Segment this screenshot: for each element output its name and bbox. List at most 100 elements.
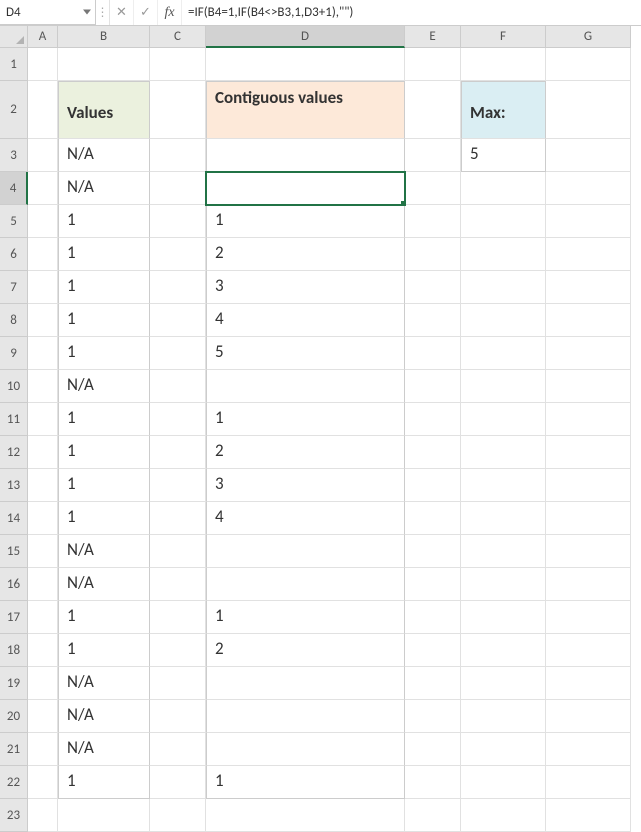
- cell-D6[interactable]: 2: [206, 238, 405, 271]
- cell-C2[interactable]: [150, 81, 206, 139]
- cell-F2[interactable]: Max:: [461, 81, 546, 139]
- cell-C8[interactable]: [150, 304, 206, 337]
- cell-D14[interactable]: 4: [206, 502, 405, 535]
- cell-C10[interactable]: [150, 370, 206, 403]
- cell-F7[interactable]: [461, 271, 546, 304]
- cell-F5[interactable]: [461, 205, 546, 238]
- cell-F1[interactable]: [461, 48, 546, 81]
- cell-G21[interactable]: [546, 733, 631, 766]
- cell-E18[interactable]: [405, 634, 461, 667]
- cell-B12[interactable]: 1: [58, 436, 150, 469]
- cell-E11[interactable]: [405, 403, 461, 436]
- chevron-down-icon[interactable]: [83, 10, 91, 15]
- cell-D20[interactable]: [206, 700, 405, 733]
- cell-A2[interactable]: [28, 81, 58, 139]
- cell-A21[interactable]: [28, 733, 58, 766]
- cell-F9[interactable]: [461, 337, 546, 370]
- cell-E21[interactable]: [405, 733, 461, 766]
- row-header-1[interactable]: 1: [0, 48, 28, 81]
- cell-F3[interactable]: 5: [461, 139, 546, 172]
- fill-handle[interactable]: [401, 201, 405, 205]
- cell-D12[interactable]: 2: [206, 436, 405, 469]
- cell-E10[interactable]: [405, 370, 461, 403]
- cell-D11[interactable]: 1: [206, 403, 405, 436]
- cell-G16[interactable]: [546, 568, 631, 601]
- cell-E3[interactable]: [405, 139, 461, 172]
- cell-B3[interactable]: N/A: [58, 139, 150, 172]
- cell-E20[interactable]: [405, 700, 461, 733]
- cell-A3[interactable]: [28, 139, 58, 172]
- cell-A8[interactable]: [28, 304, 58, 337]
- cell-G20[interactable]: [546, 700, 631, 733]
- cell-G12[interactable]: [546, 436, 631, 469]
- col-header-c[interactable]: C: [150, 26, 206, 48]
- cell-E1[interactable]: [405, 48, 461, 81]
- cell-G2[interactable]: [546, 81, 631, 139]
- cell-G23[interactable]: [546, 799, 631, 832]
- cell-D16[interactable]: [206, 568, 405, 601]
- cell-G9[interactable]: [546, 337, 631, 370]
- cell-B22[interactable]: 1: [58, 766, 150, 799]
- row-header-3[interactable]: 3: [0, 139, 28, 172]
- cell-A9[interactable]: [28, 337, 58, 370]
- cell-A22[interactable]: [28, 766, 58, 799]
- col-header-b[interactable]: B: [58, 26, 150, 48]
- cell-G5[interactable]: [546, 205, 631, 238]
- cell-B17[interactable]: 1: [58, 601, 150, 634]
- cell-G1[interactable]: [546, 48, 631, 81]
- select-all-corner[interactable]: [0, 26, 28, 48]
- cell-G4[interactable]: [546, 172, 631, 205]
- cell-E16[interactable]: [405, 568, 461, 601]
- cell-A20[interactable]: [28, 700, 58, 733]
- cell-F22[interactable]: [461, 766, 546, 799]
- cell-D7[interactable]: 3: [206, 271, 405, 304]
- cell-E13[interactable]: [405, 469, 461, 502]
- row-header-22[interactable]: 22: [0, 766, 28, 799]
- cell-A1[interactable]: [28, 48, 58, 81]
- row-header-8[interactable]: 8: [0, 304, 28, 337]
- row-header-7[interactable]: 7: [0, 271, 28, 304]
- cell-A6[interactable]: [28, 238, 58, 271]
- row-header-9[interactable]: 9: [0, 337, 28, 370]
- cell-C12[interactable]: [150, 436, 206, 469]
- cell-B4[interactable]: N/A: [58, 172, 150, 205]
- cell-F8[interactable]: [461, 304, 546, 337]
- cell-B7[interactable]: 1: [58, 271, 150, 304]
- cell-C15[interactable]: [150, 535, 206, 568]
- row-header-20[interactable]: 20: [0, 700, 28, 733]
- cell-C23[interactable]: [150, 799, 206, 832]
- row-header-13[interactable]: 13: [0, 469, 28, 502]
- cell-A13[interactable]: [28, 469, 58, 502]
- cell-D10[interactable]: [206, 370, 405, 403]
- cell-D15[interactable]: [206, 535, 405, 568]
- row-header-11[interactable]: 11: [0, 403, 28, 436]
- cell-D8[interactable]: 4: [206, 304, 405, 337]
- cell-F12[interactable]: [461, 436, 546, 469]
- cell-E2[interactable]: [405, 81, 461, 139]
- cell-B14[interactable]: 1: [58, 502, 150, 535]
- cell-A15[interactable]: [28, 535, 58, 568]
- cell-G13[interactable]: [546, 469, 631, 502]
- cell-F10[interactable]: [461, 370, 546, 403]
- row-header-10[interactable]: 10: [0, 370, 28, 403]
- cell-A18[interactable]: [28, 634, 58, 667]
- cell-E19[interactable]: [405, 667, 461, 700]
- cell-D2[interactable]: Contiguous values: [206, 81, 405, 139]
- row-header-14[interactable]: 14: [0, 502, 28, 535]
- cell-A11[interactable]: [28, 403, 58, 436]
- cancel-icon[interactable]: ✕: [110, 0, 134, 25]
- cell-D1[interactable]: [206, 48, 405, 81]
- name-box[interactable]: D4: [0, 0, 96, 25]
- cell-C9[interactable]: [150, 337, 206, 370]
- cell-E23[interactable]: [405, 799, 461, 832]
- cell-E9[interactable]: [405, 337, 461, 370]
- col-header-a[interactable]: A: [28, 26, 58, 48]
- row-header-21[interactable]: 21: [0, 733, 28, 766]
- cell-C22[interactable]: [150, 766, 206, 799]
- cell-E12[interactable]: [405, 436, 461, 469]
- cell-C6[interactable]: [150, 238, 206, 271]
- row-header-23[interactable]: 23: [0, 799, 28, 832]
- cell-C5[interactable]: [150, 205, 206, 238]
- cell-B16[interactable]: N/A: [58, 568, 150, 601]
- cell-D17[interactable]: 1: [206, 601, 405, 634]
